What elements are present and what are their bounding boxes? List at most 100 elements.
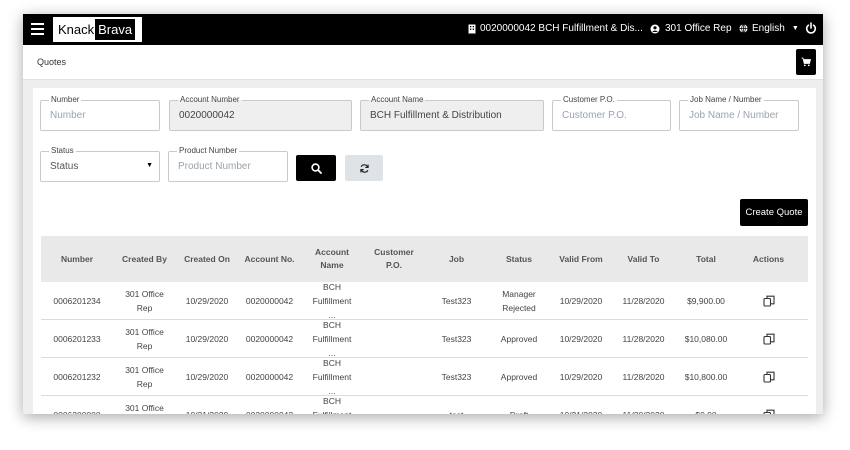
table-header: Number Created By Created On Account No.…: [41, 236, 808, 282]
cell-status: Manager Rejected: [502, 288, 536, 313]
cell-created-by: 301 Office Rep: [125, 288, 164, 313]
user-menu[interactable]: 301 Office Rep: [650, 23, 732, 34]
status-label: Status: [49, 145, 76, 156]
cell-customer-po: [363, 396, 425, 414]
menu-icon[interactable]: [31, 23, 44, 35]
table-row[interactable]: 0006201234 301 Office Rep 10/29/2020 002000…: [41, 282, 808, 320]
reset-button[interactable]: [345, 155, 383, 181]
cell-number: 0006200000: [41, 396, 113, 415]
cell-customer-po: [363, 320, 425, 357]
table-body: 0006201234 301 Office Rep 10/29/2020 002000…: [41, 282, 808, 414]
cell-valid-from: 10/21/2020: [550, 396, 612, 415]
cell-account-no: 0020000042: [245, 333, 294, 344]
account-number-label: Account Number: [178, 94, 242, 105]
cell-customer-po: [363, 358, 425, 395]
power-button[interactable]: [805, 22, 817, 37]
status-select[interactable]: Status Status ▼: [40, 145, 160, 182]
cell-number: 0006201234: [53, 295, 101, 306]
column-header[interactable]: Status: [488, 236, 550, 282]
cell-status: Draft: [488, 396, 550, 415]
quotes-panel: Number Number Account Number 0020000042 …: [33, 88, 816, 414]
cell-created-on: 10/21/2020: [176, 396, 238, 415]
product-number-placeholder: Product Number: [178, 161, 251, 172]
logo-text-left: Knack: [58, 22, 95, 37]
cell-created-on: 10/29/2020: [185, 333, 229, 344]
job-name-placeholder: Job Name / Number: [689, 110, 779, 121]
copy-icon[interactable]: [762, 333, 775, 345]
cell-status: Approved: [500, 371, 538, 382]
language-selector[interactable]: English ▼: [739, 23, 799, 34]
column-header[interactable]: Created On: [176, 236, 238, 282]
cell-job: test: [425, 396, 488, 415]
product-number-field[interactable]: Product Number Product Number: [168, 145, 288, 182]
cell-valid-to: 11/28/2020: [622, 371, 665, 382]
table-row[interactable]: 0006201232 301 Office Rep 10/29/2020 002000…: [41, 358, 808, 396]
customer-po-field[interactable]: Customer P.O. Customer P.O.: [552, 94, 671, 131]
product-number-label: Product Number: [177, 145, 240, 156]
account-switcher-label: 0020000042 BCH Fulfillment & Dis...: [480, 23, 643, 34]
search-button[interactable]: [296, 155, 336, 181]
cell-actions: [737, 320, 800, 357]
cell-account-no: 0020000042: [245, 295, 294, 306]
refresh-icon: [359, 163, 369, 173]
user-name: 301 Office Rep: [665, 23, 732, 34]
cell-created-on: 10/29/2020: [185, 295, 229, 306]
column-header[interactable]: Account Name: [301, 236, 363, 282]
power-icon: [805, 22, 817, 34]
status-selected: Status: [50, 161, 79, 172]
cell-account-name: BCH Fulfillment ...: [312, 281, 352, 320]
column-header[interactable]: Number: [41, 236, 113, 282]
copy-icon[interactable]: [762, 409, 775, 415]
cell-valid-from: 10/29/2020: [559, 295, 603, 306]
column-header[interactable]: Job: [425, 236, 488, 282]
cell-customer-po: [363, 282, 425, 319]
cell-created-by: 301 Office Rep: [125, 402, 164, 413]
cell-account-no: 0020000042: [238, 396, 301, 415]
cell-status: Approved: [500, 333, 538, 344]
user-icon: [650, 24, 660, 33]
column-header[interactable]: Customer P.O.: [363, 236, 425, 282]
cell-created-by: 301 Office Rep: [125, 326, 164, 351]
cell-job: Test323: [441, 371, 472, 382]
copy-icon[interactable]: [762, 371, 775, 383]
number-placeholder: Number: [50, 110, 86, 121]
account-switcher[interactable]: 0020000042 BCH Fulfillment & Dis... ▼: [468, 23, 657, 34]
cell-account-name: BCH Fulfillment ...: [312, 319, 352, 358]
cell-created-by: 301 Office Rep: [125, 364, 164, 389]
account-number-field: Account Number 0020000042: [169, 94, 352, 131]
page-header: Quotes: [23, 45, 823, 80]
language-label: English: [752, 23, 785, 34]
account-name-label: Account Name: [369, 94, 426, 105]
column-header[interactable]: Created By: [113, 236, 176, 282]
copy-icon[interactable]: [762, 295, 775, 307]
number-label: Number: [49, 94, 82, 105]
cell-total: $10,800.00: [684, 371, 728, 382]
number-field[interactable]: Number Number: [40, 94, 160, 131]
cell-valid-to: 11/28/2020: [622, 333, 665, 344]
job-name-field[interactable]: Job Name / Number Job Name / Number: [679, 94, 799, 131]
table-row[interactable]: 0006200000301 Office Rep10/21/2020002000…: [41, 396, 808, 414]
building-icon: [468, 24, 476, 33]
cell-actions: [737, 282, 800, 319]
globe-icon: [739, 24, 748, 33]
column-header[interactable]: Valid From: [550, 236, 612, 282]
cell-job: Test323: [441, 333, 472, 344]
cell-number: 0006201233: [53, 333, 101, 344]
column-header[interactable]: Total: [675, 236, 737, 282]
content-area: Number Number Account Number 0020000042 …: [23, 80, 823, 414]
create-quote-button[interactable]: Create Quote: [740, 199, 808, 226]
table-row[interactable]: 0006201233 301 Office Rep 10/29/2020 002000…: [41, 320, 808, 358]
cell-valid-from: 10/29/2020: [559, 333, 603, 344]
cell-job: Test323: [441, 295, 472, 306]
brand-logo[interactable]: Knack Brava: [53, 17, 142, 42]
search-icon: [310, 162, 322, 174]
top-navbar: Knack Brava 0020000042 BCH Fulfillment &…: [23, 14, 823, 45]
quotes-table: Number Created By Created On Account No.…: [41, 236, 808, 414]
column-header[interactable]: Account No.: [238, 236, 301, 282]
job-name-label: Job Name / Number: [688, 94, 764, 105]
account-name-field: Account Name BCH Fulfillment & Distribut…: [360, 94, 544, 131]
app-window: Knack Brava 0020000042 BCH Fulfillment &…: [23, 14, 823, 414]
cell-account-no: 0020000042: [245, 371, 294, 382]
column-header[interactable]: Valid To: [612, 236, 675, 282]
cart-button[interactable]: [796, 49, 816, 75]
